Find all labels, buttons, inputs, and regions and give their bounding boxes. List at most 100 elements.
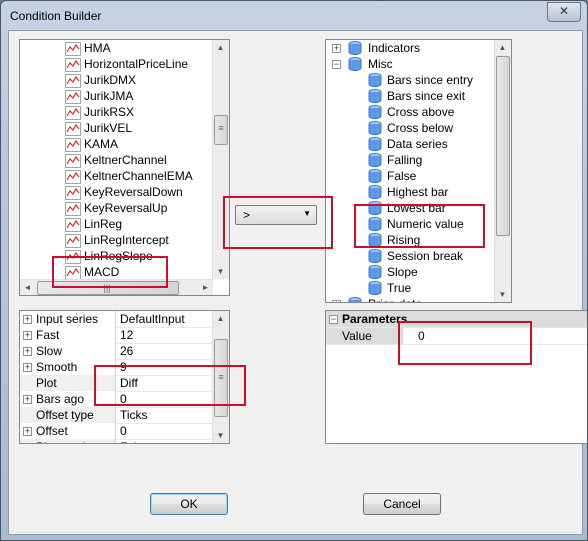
indicator-item-label: KeyReversalDown [84,185,183,199]
indicator-chart-icon [65,122,81,136]
properties-scroll-down-icon[interactable]: ▼ [213,428,228,443]
property-name: Input series [36,312,99,326]
misc-item[interactable]: True [326,280,495,296]
property-value[interactable]: 12 [120,328,133,342]
condition-tree-vscrollbar[interactable]: ▲ ▼ [494,40,511,302]
indicator-item[interactable]: KeltnerChannelEMA [20,168,213,184]
expand-icon[interactable]: + [23,363,32,372]
indicator-chart-icon [65,90,81,104]
property-row[interactable]: + Input series DefaultInput [20,311,213,328]
tree-node[interactable]: − Misc [326,56,495,72]
parameters-collapse-icon[interactable]: − [329,315,338,324]
property-value[interactable]: 0 [120,424,127,438]
expand-icon[interactable]: + [23,427,32,436]
scroll-down-icon[interactable]: ▼ [213,264,228,279]
property-name: Offset type [36,408,94,422]
property-row[interactable]: + Slow 26 [20,343,213,360]
misc-item[interactable]: Highest bar [326,184,495,200]
indicator-item[interactable]: JurikDMX [20,72,213,88]
scroll-right-icon[interactable]: ► [198,280,213,295]
expand-icon[interactable]: + [23,331,32,340]
tree-expand-icon[interactable]: − [332,60,341,69]
scroll-up-icon[interactable]: ▲ [213,40,228,55]
tree-expand-icon[interactable]: + [332,44,341,53]
indicator-item[interactable]: KeyReversalDown [20,184,213,200]
tree-vscroll-thumb[interactable] [496,56,510,236]
expand-icon[interactable]: + [23,347,32,356]
indicator-item[interactable]: JurikVEL [20,120,213,136]
tree-node-label: Indicators [368,41,421,55]
indicator-item[interactable]: HMA [20,40,213,56]
cancel-button[interactable]: Cancel [363,493,441,515]
close-icon[interactable]: ✕ [559,4,569,18]
indicator-item[interactable]: LinReg [20,216,213,232]
misc-item-label: Cross below [387,121,454,135]
misc-item-label: Bars since entry [387,73,474,87]
indicator-item-label: HMA [84,41,111,55]
misc-item[interactable]: Cross above [326,104,495,120]
property-row[interactable]: Plot on chart False [20,439,213,443]
property-name: Slow [36,344,63,358]
misc-item[interactable]: False [326,168,495,184]
misc-item[interactable]: Falling [326,152,495,168]
property-row[interactable]: Offset type Ticks [20,407,213,424]
indicator-item-label: KeltnerChannel [84,153,167,167]
property-value[interactable]: False [120,440,149,443]
misc-db-icon [368,121,382,135]
indicator-chart-icon [65,154,81,168]
indicator-item[interactable]: KAMA [20,136,213,152]
indicator-item[interactable]: LinRegIntercept [20,232,213,248]
indicator-chart-icon [65,170,81,184]
misc-item[interactable]: Bars since entry [326,72,495,88]
tree-node-price-data[interactable]: + Price data [326,296,495,302]
tree-expand-icon[interactable]: + [332,300,341,302]
tree-node[interactable]: + Indicators [326,40,495,56]
property-name: Bars ago [36,392,85,406]
misc-db-icon [368,73,382,87]
misc-item-label: Data series [387,137,448,151]
indicator-item[interactable]: KeyReversalUp [20,200,213,216]
misc-item[interactable]: Slope [326,264,495,280]
expand-icon[interactable]: + [23,395,32,404]
indicator-item[interactable]: KeltnerChannel [20,152,213,168]
property-value[interactable]: DefaultInput [120,312,185,326]
misc-item[interactable]: Session break [326,248,495,264]
misc-db-icon [368,281,382,295]
misc-item[interactable]: Cross below [326,120,495,136]
condition-tree[interactable]: + Indicators − Misc Bars since entry Bars sin… [325,39,512,303]
highlight-plot [94,365,246,406]
property-name: Fast [36,328,60,342]
property-row[interactable]: + Offset 0 [20,423,213,440]
highlight-parameter-value [398,321,532,365]
indicator-chart-icon [65,202,81,216]
indicator-chart-icon [65,42,81,56]
misc-item-label: Highest bar [387,185,449,199]
tree-scroll-down-icon[interactable]: ▼ [495,287,510,302]
property-value[interactable]: Ticks [120,408,148,422]
property-row[interactable]: + Fast 12 [20,327,213,344]
misc-item[interactable]: Data series [326,136,495,152]
indicator-item[interactable]: HorizontalPriceLine [20,56,213,72]
properties-scroll-up-icon[interactable]: ▲ [213,311,228,326]
indicator-chart-icon [65,58,81,72]
property-value[interactable]: 26 [120,344,133,358]
misc-db-icon [368,153,382,167]
ok-button[interactable]: OK [150,493,228,515]
misc-item[interactable]: Bars since exit [326,88,495,104]
parameter-name: Value [342,329,372,343]
indicator-item[interactable]: JurikRSX [20,104,213,120]
folder-db-icon [348,57,362,71]
indicator-item[interactable]: JurikJMA [20,88,213,104]
misc-item-label: Cross above [387,105,455,119]
close-button[interactable]: ✕ [547,2,581,22]
indicator-item-label: LinRegIntercept [84,233,169,247]
tree-node-label: Price data [368,296,422,302]
expand-icon[interactable]: + [23,315,32,324]
scroll-left-icon[interactable]: ◄ [20,280,35,295]
misc-db-icon [368,265,382,279]
indicator-item-label: LinReg [84,217,123,231]
tree-scroll-up-icon[interactable]: ▲ [495,40,510,55]
highlight-operator [223,196,333,249]
scroll-grip-icon: ≡ [218,123,224,133]
misc-item-label: Bars since exit [387,89,466,103]
